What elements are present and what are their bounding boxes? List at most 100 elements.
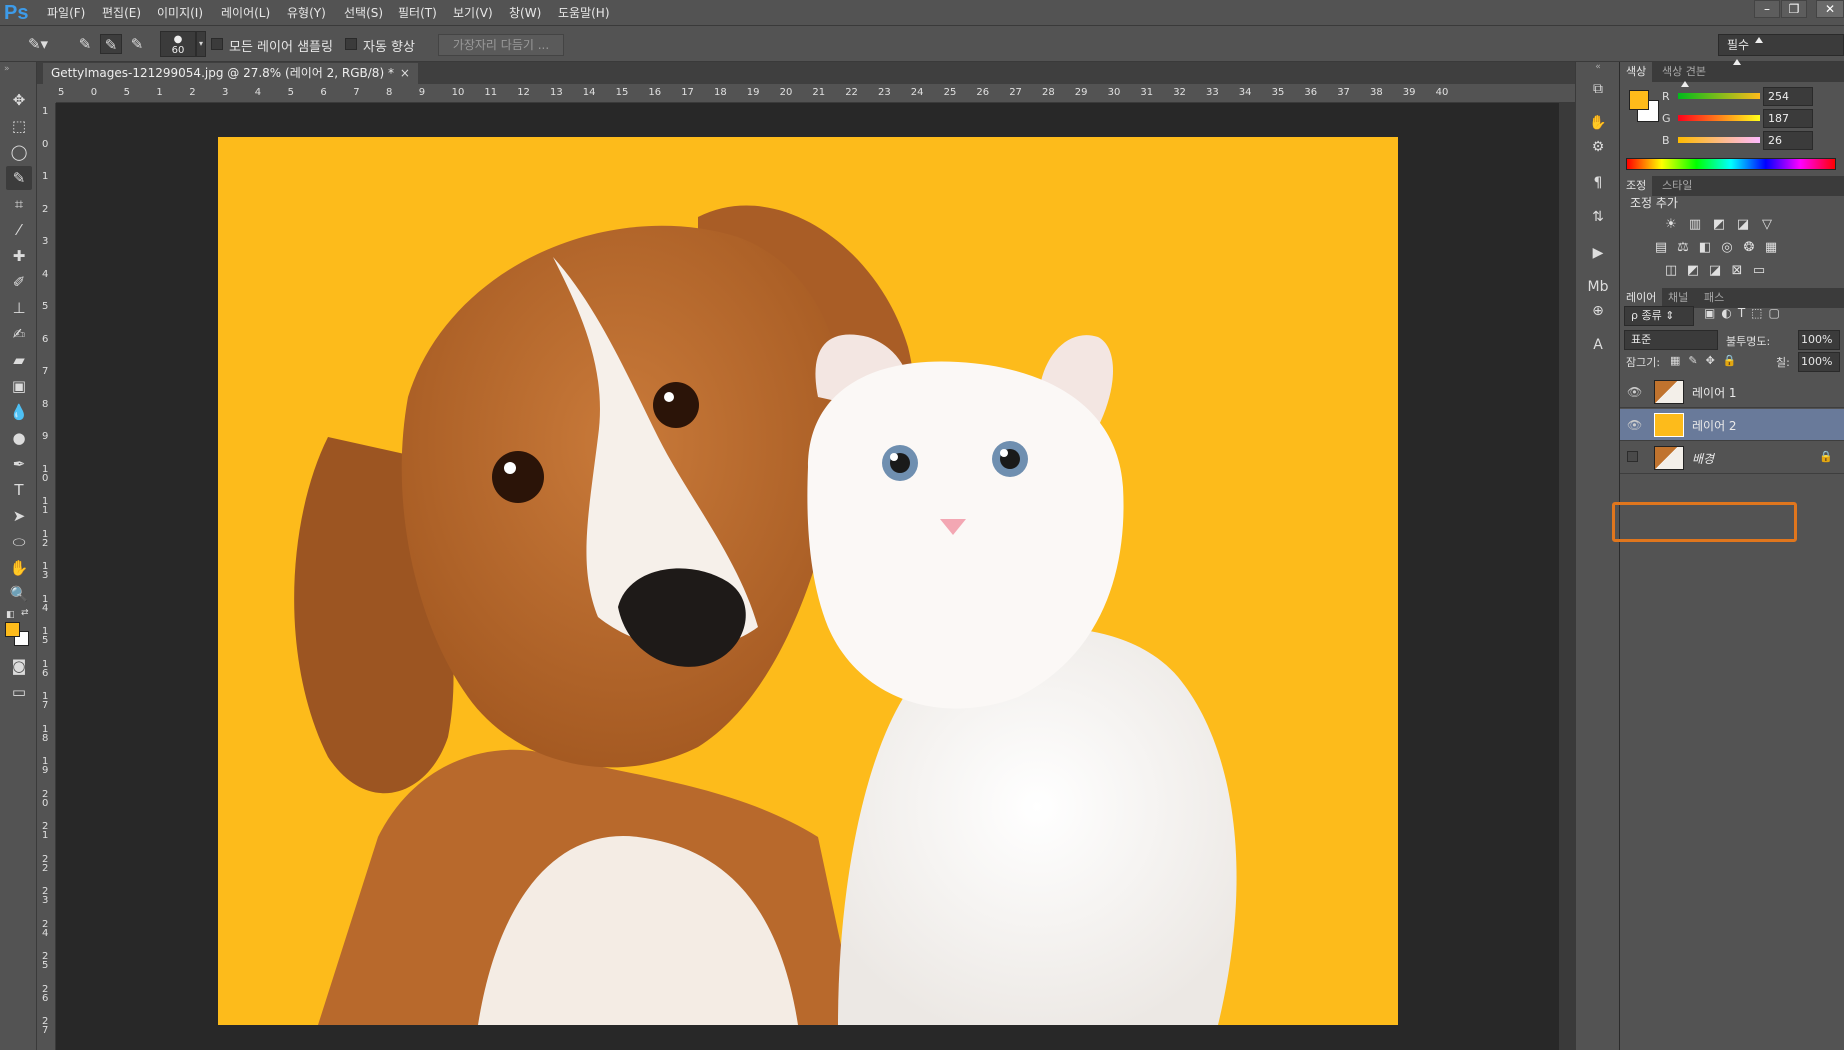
menu-window[interactable]: 창(W): [509, 0, 541, 26]
color-balance-icon[interactable]: ⚖: [1674, 239, 1692, 257]
tab-styles[interactable]: 스타일: [1656, 176, 1698, 196]
menu-layer[interactable]: 레이어(L): [221, 0, 270, 26]
menu-image[interactable]: 이미지(I): [157, 0, 203, 26]
smart-filter-icon[interactable]: ▢: [1769, 306, 1780, 320]
subtract-selection-icon[interactable]: ✎: [126, 34, 148, 54]
new-selection-icon[interactable]: ✎: [74, 34, 96, 54]
tool-presets-icon[interactable]: ⚙: [1586, 134, 1610, 160]
paragraph-icon[interactable]: ¶: [1586, 170, 1610, 196]
fill-input[interactable]: 100%: [1798, 352, 1840, 372]
swap-colors-icon[interactable]: ⇄: [21, 608, 29, 618]
pixel-filter-icon[interactable]: ▣: [1704, 306, 1715, 320]
menu-file[interactable]: 파일(F): [47, 0, 85, 26]
photo-filter-icon[interactable]: ◎: [1718, 239, 1736, 257]
vertical-scrollbar[interactable]: [1559, 103, 1575, 1050]
crop-tool-icon[interactable]: ⌗: [6, 192, 32, 216]
channel-mixer-icon[interactable]: ❂: [1740, 239, 1758, 257]
red-slider[interactable]: [1678, 93, 1760, 99]
menu-type[interactable]: 유형(Y): [287, 0, 326, 26]
shape-tool-icon[interactable]: ⬭: [6, 530, 32, 554]
minimize-button[interactable]: –: [1754, 0, 1780, 18]
exposure-icon[interactable]: ◪: [1734, 216, 1752, 234]
visibility-toggle[interactable]: [1627, 451, 1638, 462]
slider-marker[interactable]: [1754, 37, 1763, 43]
clone-source-icon[interactable]: ⊕: [1586, 298, 1610, 324]
gradient-tool-icon[interactable]: ▣: [6, 374, 32, 398]
slider-marker[interactable]: [1681, 81, 1690, 87]
layer-row-background[interactable]: 배경 🔒: [1620, 442, 1844, 474]
layer-row-1[interactable]: 👁 레이어 1: [1620, 376, 1844, 408]
sample-all-layers-checkbox[interactable]: [211, 38, 223, 50]
green-value-input[interactable]: 187: [1763, 109, 1813, 128]
hue-saturation-icon[interactable]: ▤: [1652, 239, 1670, 257]
document-canvas[interactable]: [218, 137, 1398, 1025]
menu-edit[interactable]: 편집(E): [102, 0, 141, 26]
default-colors-icon[interactable]: ◧: [6, 610, 15, 620]
hand-tool-icon[interactable]: ✋: [6, 556, 32, 580]
eye-icon[interactable]: 👁: [1627, 385, 1642, 399]
document-tab[interactable]: GettyImages-121299054.jpg @ 27.8% (레이어 2…: [43, 63, 418, 84]
brush-size-picker[interactable]: ● 60: [160, 31, 196, 57]
levels-icon[interactable]: ▥: [1686, 216, 1704, 234]
eye-icon[interactable]: 👁: [1627, 418, 1642, 432]
vibrance-icon[interactable]: ▽: [1758, 216, 1776, 234]
lock-transparent-icon[interactable]: ▦: [1670, 354, 1680, 367]
red-value-input[interactable]: 254: [1763, 87, 1813, 106]
mini-bridge-icon[interactable]: Mb: [1586, 274, 1610, 300]
blue-slider[interactable]: [1678, 137, 1760, 143]
lock-position-icon[interactable]: ✥: [1706, 354, 1715, 367]
brush-presets-icon[interactable]: ✋: [1586, 110, 1610, 136]
foreground-color-swatch[interactable]: [5, 622, 20, 637]
tab-paths[interactable]: 패스: [1698, 288, 1730, 308]
glyphs-icon[interactable]: A: [1586, 332, 1610, 358]
blend-mode-select[interactable]: 표준: [1624, 330, 1718, 350]
lock-all-icon[interactable]: 🔒: [1723, 354, 1737, 367]
lasso-tool-icon[interactable]: ◯: [6, 140, 32, 164]
selective-color-icon[interactable]: ⊠: [1728, 262, 1746, 280]
eraser-tool-icon[interactable]: ▰: [6, 348, 32, 372]
color-spectrum-ramp[interactable]: [1626, 158, 1836, 170]
history-icon[interactable]: ⧉: [1586, 76, 1610, 102]
chevron-down-icon[interactable]: ▾: [196, 31, 206, 57]
blue-value-input[interactable]: 26: [1763, 131, 1813, 150]
tab-layers[interactable]: 레이어: [1620, 288, 1663, 308]
add-to-selection-icon[interactable]: ✎: [100, 34, 122, 54]
opacity-input[interactable]: 100%: [1798, 330, 1840, 350]
shape-filter-icon[interactable]: ⬚: [1751, 306, 1762, 320]
refine-edge-button[interactable]: 가장자리 다듬기 ...: [438, 34, 564, 56]
vertical-ruler[interactable]: 1 0 1 2 3 4 5 6 7 8 9 10 11 12 13 14 15 16 17 18 19 20 21 22 23 2…: [37, 103, 56, 1050]
color-lookup-icon[interactable]: ▦: [1762, 239, 1780, 257]
screen-mode-icon[interactable]: ▭: [6, 680, 32, 704]
slider-marker[interactable]: [1733, 59, 1742, 65]
collapse-icon[interactable]: »: [4, 64, 10, 74]
dodge-tool-icon[interactable]: ●: [6, 426, 32, 450]
healing-brush-icon[interactable]: ✚: [6, 244, 32, 268]
quick-selection-tool-icon[interactable]: ✎: [6, 166, 32, 190]
curves-icon[interactable]: ◩: [1710, 216, 1728, 234]
blur-tool-icon[interactable]: 💧: [6, 400, 32, 424]
actions-icon[interactable]: ▶: [1586, 240, 1610, 266]
history-brush-icon[interactable]: ✍: [6, 322, 32, 346]
move-tool-icon[interactable]: ✥: [6, 88, 32, 112]
quick-mask-icon[interactable]: ◙: [6, 654, 32, 678]
type-tool-icon[interactable]: T: [6, 478, 32, 502]
gradient-map-icon[interactable]: ▭: [1750, 262, 1768, 280]
restore-button[interactable]: ❐: [1781, 0, 1807, 18]
marquee-tool-icon[interactable]: ⬚: [6, 114, 32, 138]
auto-enhance-checkbox[interactable]: [345, 38, 357, 50]
horizontal-ruler[interactable]: 5 0 5 1 2 3 4 5 6 7 8 9 10 11 12 13 14 15 16 17 18 19 20 21 22 23…: [56, 84, 1575, 103]
eyedropper-tool-icon[interactable]: ⁄: [6, 218, 32, 242]
tool-preset-picker[interactable]: ✎▾: [18, 34, 58, 54]
character-icon[interactable]: ⇅: [1586, 204, 1610, 230]
clone-stamp-icon[interactable]: ⊥: [6, 296, 32, 320]
green-slider[interactable]: [1678, 115, 1760, 121]
type-filter-icon[interactable]: T: [1738, 306, 1745, 320]
path-selection-icon[interactable]: ➤: [6, 504, 32, 528]
invert-icon[interactable]: ◫: [1662, 262, 1680, 280]
brush-tool-icon[interactable]: ✐: [6, 270, 32, 294]
ruler-origin[interactable]: [37, 84, 56, 103]
adjustment-filter-icon[interactable]: ◐: [1721, 306, 1731, 320]
lock-pixels-icon[interactable]: ✎: [1688, 354, 1697, 367]
menu-help[interactable]: 도움말(H): [558, 0, 610, 26]
close-button[interactable]: ✕: [1816, 0, 1844, 18]
